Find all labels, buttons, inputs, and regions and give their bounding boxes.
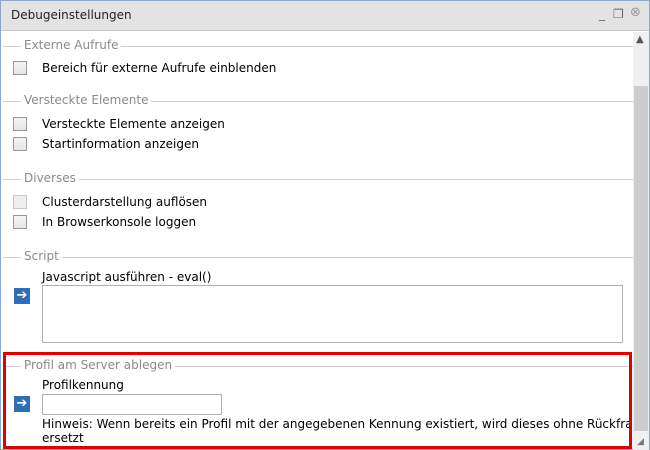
title-bar[interactable]: Debugeinstellungen _ ❐ ⊗: [1, 1, 649, 31]
checkbox-label: In Browserkonsole loggen: [42, 215, 197, 229]
group-external-calls: Externe Aufrufe: [3, 38, 633, 53]
checkbox-show-start-info[interactable]: [13, 137, 27, 151]
checkbox-show-hidden-elements[interactable]: [13, 117, 27, 131]
highlight-box: [3, 352, 632, 449]
checkbox-log-browser-console[interactable]: [13, 215, 27, 229]
vertical-scrollbar[interactable]: ▲: [633, 32, 649, 450]
group-script: Script: [3, 249, 633, 264]
checkbox-label: Startinformation anzeigen: [42, 137, 199, 151]
group-label: Versteckte Elemente: [21, 93, 152, 107]
checkbox-label: Clusterdarstellung auflösen: [42, 195, 208, 209]
group-label: Externe Aufrufe: [21, 38, 122, 52]
window-title: Debugeinstellungen: [11, 8, 132, 22]
group-label: Diverses: [21, 171, 79, 185]
minimize-icon[interactable]: _: [599, 7, 605, 21]
checkbox-label: Bereich für externe Aufrufe einblenden: [42, 61, 277, 75]
debug-settings-window: Debugeinstellungen _ ❐ ⊗ Externe Aufrufe…: [0, 0, 650, 450]
script-textarea[interactable]: [42, 285, 623, 343]
scrollbar-thumb[interactable]: [634, 86, 648, 431]
checkbox-label: Versteckte Elemente anzeigen: [42, 117, 225, 131]
group-label: Script: [21, 249, 62, 263]
scroll-up-icon[interactable]: ▲: [636, 34, 644, 45]
close-icon[interactable]: ⊗: [630, 5, 641, 20]
checkbox-show-external-calls[interactable]: [13, 61, 27, 75]
group-hidden-elements: Versteckte Elemente: [3, 93, 633, 108]
script-field-label: Javascript ausführen - eval(): [42, 270, 212, 284]
group-misc: Diverses: [3, 171, 633, 186]
resize-grip-icon[interactable]: ◢: [637, 437, 644, 447]
restore-icon[interactable]: ❐: [613, 7, 624, 21]
checkbox-resolve-clusters[interactable]: [13, 195, 27, 209]
run-script-arrow-icon[interactable]: ➔: [14, 288, 30, 304]
